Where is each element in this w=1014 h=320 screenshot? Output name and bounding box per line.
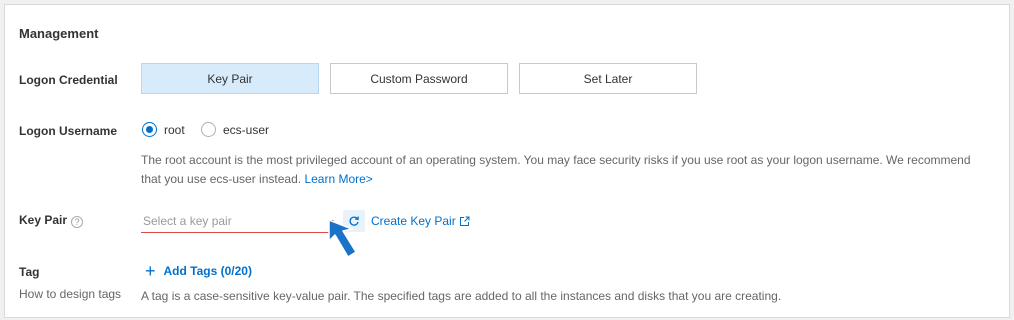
radio-root[interactable]: root (142, 122, 185, 137)
key-pair-label: Key Pair? (19, 213, 84, 228)
key-pair-select[interactable]: Select a key pair (141, 211, 336, 233)
key-pair-label-text: Key Pair (19, 213, 68, 227)
logon-credential-label: Logon Credential (19, 73, 118, 87)
radio-root-indicator[interactable] (142, 122, 157, 137)
radio-ecs-user[interactable]: ecs-user (201, 122, 269, 137)
plus-icon: + (145, 261, 156, 281)
external-link-icon (459, 216, 470, 226)
tag-help-text: A tag is a case-sensitive key-value pair… (141, 289, 782, 303)
logon-username-label: Logon Username (19, 124, 118, 138)
management-panel: Management Logon Credential Key Pair Cus… (4, 4, 1010, 318)
custom-password-option-button[interactable]: Custom Password (330, 63, 508, 94)
how-to-design-tags-link[interactable]: How to design tags (19, 287, 121, 301)
create-key-pair-text: Create Key Pair (371, 214, 456, 228)
create-key-pair-link[interactable]: Create Key Pair (371, 214, 470, 228)
add-tags-label: Add Tags (0/20) (163, 264, 252, 278)
add-tags-button[interactable]: + Add Tags (0/20) (145, 261, 252, 281)
radio-root-label: root (164, 122, 185, 137)
tag-label: Tag (19, 265, 40, 279)
radio-ecs-user-label: ecs-user (223, 122, 270, 137)
key-pair-option-button[interactable]: Key Pair (141, 63, 319, 94)
radio-ecs-user-indicator[interactable] (201, 122, 216, 137)
section-title: Management (19, 26, 99, 41)
pointer-arrow-icon (328, 219, 357, 258)
key-pair-select-placeholder: Select a key pair (143, 214, 232, 228)
question-icon[interactable]: ? (71, 216, 84, 228)
learn-more-link[interactable]: Learn More> (304, 172, 372, 186)
logon-username-help: The root account is the most privileged … (141, 151, 991, 189)
logon-username-help-text: The root account is the most privileged … (141, 153, 971, 186)
set-later-option-button[interactable]: Set Later (519, 63, 697, 94)
